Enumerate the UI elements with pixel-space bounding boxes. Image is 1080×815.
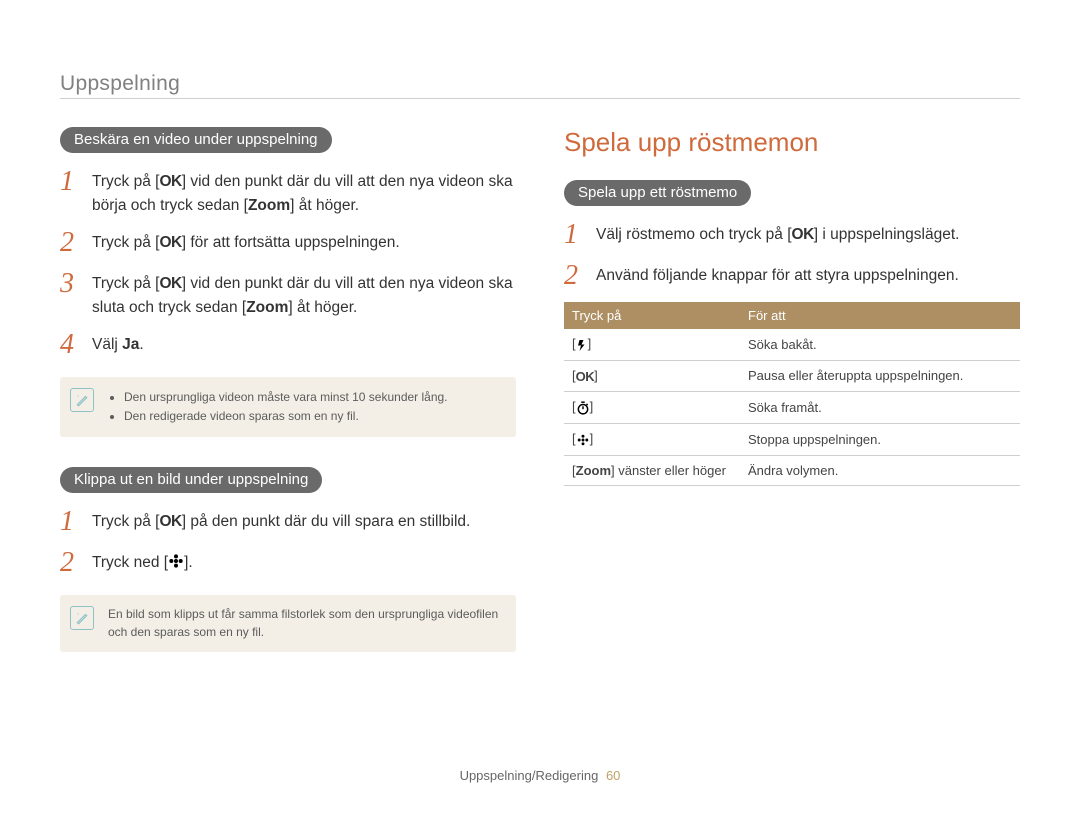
step-trim-4: 4 Välj Ja. [60,330,516,361]
step-body: Tryck på [OK] för att fortsätta uppspeln… [92,228,516,255]
step-text: Tryck på [ [92,234,159,251]
controls-table: Tryck på För att [] Söka bakåt. [OK] Pau… [564,302,1020,486]
right-column: Spela upp röstmemon Spela upp ett röstme… [564,127,1020,682]
flash-icon [576,338,588,355]
step-trim-1: 1 Tryck på [OK] vid den punkt där du vil… [60,167,516,218]
desc-cell: Söka bakåt. [740,329,1020,361]
step-text: Tryck på [ [92,173,159,190]
step-voice-2: 2 Använd följande knappar för att styra … [564,261,1020,292]
key-cell: [Zoom] vänster eller höger [564,455,740,485]
ok-key-icon: OK [159,513,181,530]
step-text: Tryck ned [ [92,554,168,571]
zoom-key: Zoom [576,463,611,478]
step-number: 1 [60,167,80,198]
key-cell: [] [564,423,740,455]
ok-key-icon: OK [159,234,181,251]
step-text: Välj röstmemo och tryck på [ [596,226,792,243]
ok-key-icon: OK [576,369,595,384]
table-row: [OK] Pausa eller återuppta uppspelningen… [564,360,1020,391]
step-text: Välj [92,336,122,353]
step-body: Använd följande knappar för att styra up… [596,261,1020,288]
step-body: Tryck på [OK] vid den punkt där du vill … [92,269,516,320]
desc-cell: Stoppa uppspelningen. [740,423,1020,455]
step-voice-1: 1 Välj röstmemo och tryck på [OK] i upps… [564,220,1020,251]
step-trim-2: 2 Tryck på [OK] för att fortsätta uppspe… [60,228,516,259]
section-title-voice: Spela upp röstmemon [564,127,1020,158]
timer-icon [576,401,590,418]
table-row: [Zoom] vänster eller höger Ändra volymen… [564,455,1020,485]
table-row: [] Söka bakåt. [564,329,1020,361]
note-clip: En bild som klipps ut får samma filstorl… [60,595,516,652]
step-text: ] för att fortsätta uppspelningen. [182,234,400,251]
note-body: En bild som klipps ut får samma filstorl… [108,605,502,642]
ok-key-icon: OK [159,173,181,190]
content-columns: Beskära en video under uppspelning 1 Try… [60,127,1020,682]
step-text: . [139,336,143,353]
step-clip-1: 1 Tryck på [OK] på den punkt där du vill… [60,507,516,538]
table-row: [] Söka framåt. [564,391,1020,423]
note-item: Den ursprungliga videon måste vara minst… [124,388,448,407]
step-trim-3: 3 Tryck på [OK] vid den punkt där du vil… [60,269,516,320]
th-desc: För att [740,302,1020,329]
zoom-key: Zoom [246,299,288,316]
step-number: 1 [564,220,584,251]
step-text: ] i uppspelningsläget. [814,226,960,243]
step-clip-2: 2 Tryck ned []. [60,548,516,579]
step-number: 2 [564,261,584,292]
step-number: 2 [60,228,80,259]
step-number: 2 [60,548,80,579]
page-number: 60 [606,768,620,783]
step-text: Tryck på [ [92,275,159,292]
pill-clip-image: Klippa ut en bild under uppspelning [60,467,322,493]
step-text: Tryck på [ [92,513,159,530]
key-cell: [] [564,329,740,361]
ok-key-icon: OK [792,226,814,243]
step-number: 3 [60,269,80,300]
key-cell: [OK] [564,360,740,391]
table-row: [] Stoppa uppspelningen. [564,423,1020,455]
step-body: Välj Ja. [92,330,516,357]
step-text: Använd följande knappar för att styra up… [596,267,959,284]
step-text: ] åt höger. [290,197,359,214]
left-column: Beskära en video under uppspelning 1 Try… [60,127,516,682]
note-icon [70,606,94,630]
desc-cell: Söka framåt. [740,391,1020,423]
step-body: Tryck på [OK] på den punkt där du vill s… [92,507,516,534]
page-header: Uppspelning [60,72,1020,99]
step-body: Välj röstmemo och tryck på [OK] i uppspe… [596,220,1020,247]
note-text: En bild som klipps ut får samma filstorl… [108,607,498,640]
zoom-key: Zoom [248,197,290,214]
step-number: 4 [60,330,80,361]
desc-cell: Ändra volymen. [740,455,1020,485]
step-text: ] på den punkt där du vill spara en stil… [182,513,471,530]
key-cell: [] [564,391,740,423]
th-key: Tryck på [564,302,740,329]
key-text: ] vänster eller höger [611,463,726,478]
pill-trim-video: Beskära en video under uppspelning [60,127,332,153]
step-text: ]. [184,554,193,571]
pill-play-voice: Spela upp ett röstmemo [564,180,751,206]
note-trim: Den ursprungliga videon måste vara minst… [60,377,516,437]
note-body: Den ursprungliga videon måste vara minst… [108,387,448,427]
ok-key-icon: OK [159,275,181,292]
step-body: Tryck ned []. [92,548,516,575]
desc-cell: Pausa eller återuppta uppspelningen. [740,360,1020,391]
ja-label: Ja [122,336,139,353]
note-icon [70,388,94,412]
step-body: Tryck på [OK] vid den punkt där du vill … [92,167,516,218]
step-number: 1 [60,507,80,538]
flower-icon [168,553,184,577]
note-item: Den redigerade videon sparas som en ny f… [124,407,448,426]
flower-icon [576,433,590,450]
step-text: ] åt höger. [288,299,357,316]
page-footer: Uppspelning/Redigering 60 [0,768,1080,783]
footer-text: Uppspelning/Redigering [460,768,599,783]
